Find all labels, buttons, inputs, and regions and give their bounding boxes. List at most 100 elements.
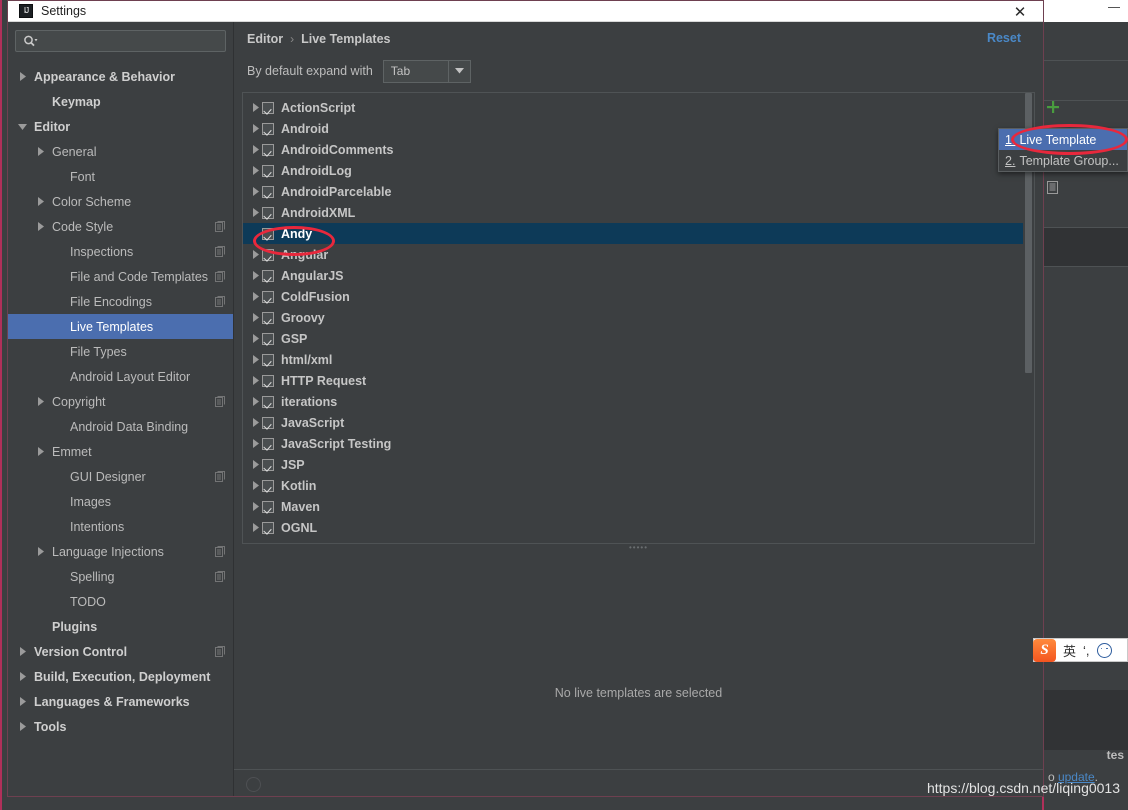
template-group-checkbox[interactable] [262,521,274,534]
template-group-row[interactable]: JSP [243,454,1023,475]
template-group-row[interactable]: AndroidXML [243,202,1023,223]
sidebar-item-language-injections[interactable]: Language Injections [8,539,233,564]
template-group-row[interactable]: Kotlin [243,475,1023,496]
popup-menu-item-live-template[interactable]: 1. Live Template [999,129,1127,150]
template-group-checkbox[interactable] [262,311,274,324]
chevron-right-icon[interactable] [35,196,46,207]
chevron-down-icon[interactable] [447,60,470,82]
template-group-checkbox[interactable] [262,143,274,156]
chevron-right-icon[interactable] [17,71,28,82]
sidebar-item-todo[interactable]: TODO [8,589,233,614]
template-groups-list[interactable]: ActionScript Android AndroidComments Androi… [243,93,1023,543]
chevron-right-icon[interactable] [17,696,28,707]
popup-menu-item-template-group[interactable]: 2. Template Group... [999,150,1127,171]
search-input[interactable] [38,34,225,48]
chevron-right-icon[interactable] [249,271,262,280]
reset-link[interactable]: Reset [987,31,1021,45]
chevron-right-icon[interactable] [249,208,262,217]
template-group-checkbox[interactable] [262,101,274,114]
chevron-right-icon[interactable] [35,146,46,157]
close-icon[interactable]: ✕ [1005,1,1035,22]
chevron-right-icon[interactable] [17,646,28,657]
template-group-checkbox[interactable] [262,416,274,429]
chevron-right-icon[interactable] [249,124,262,133]
chevron-right-icon[interactable] [249,292,262,301]
template-group-checkbox[interactable] [262,227,274,240]
template-group-checkbox[interactable] [262,353,274,366]
sidebar-item-android-data-binding[interactable]: Android Data Binding [8,414,233,439]
sidebar-item-plugins[interactable]: Plugins [8,614,233,639]
template-group-row[interactable]: Angular [243,244,1023,265]
template-group-checkbox[interactable] [262,437,274,450]
template-group-checkbox[interactable] [262,395,274,408]
sidebar-item-font[interactable]: Font [8,164,233,189]
sidebar-item-version-control[interactable]: Version Control [8,639,233,664]
template-group-checkbox[interactable] [262,332,274,345]
chevron-right-icon[interactable] [35,396,46,407]
breadcrumb-parent[interactable]: Editor [247,32,283,46]
template-group-checkbox[interactable] [262,164,274,177]
chevron-right-icon[interactable] [249,313,262,322]
template-group-row[interactable]: AndroidLog [243,160,1023,181]
chevron-right-icon[interactable] [249,460,262,469]
template-group-checkbox[interactable] [262,248,274,261]
chevron-right-icon[interactable] [249,334,262,343]
chevron-right-icon[interactable] [35,221,46,232]
template-group-row[interactable]: html/xml [243,349,1023,370]
chevron-right-icon[interactable] [249,250,262,259]
template-group-row[interactable]: AngularJS [243,265,1023,286]
chevron-right-icon[interactable] [249,481,262,490]
template-group-row[interactable]: AndroidParcelable [243,181,1023,202]
chevron-right-icon[interactable] [249,502,262,511]
chevron-right-icon[interactable] [35,446,46,457]
chevron-right-icon[interactable] [17,671,28,682]
sidebar-item-gui-designer[interactable]: GUI Designer [8,464,233,489]
template-group-row[interactable]: GSP [243,328,1023,349]
template-group-checkbox[interactable] [262,290,274,303]
help-icon[interactable] [246,777,261,792]
sidebar-item-color-scheme[interactable]: Color Scheme [8,189,233,214]
sidebar-item-inspections[interactable]: Inspections [8,239,233,264]
sidebar-item-android-layout-editor[interactable]: Android Layout Editor [8,364,233,389]
sidebar-item-file-types[interactable]: File Types [8,339,233,364]
chevron-right-icon[interactable] [35,546,46,557]
sidebar-item-emmet[interactable]: Emmet [8,439,233,464]
chevron-right-icon[interactable] [249,397,262,406]
sogou-logo-icon[interactable]: S [1033,638,1056,662]
sidebar-item-keymap[interactable]: Keymap [8,89,233,114]
chevron-right-icon[interactable] [249,439,262,448]
template-group-row[interactable]: Andy [243,223,1023,244]
sidebar-item-tools[interactable]: Tools [8,714,233,739]
sidebar-item-spelling[interactable]: Spelling [8,564,233,589]
template-group-checkbox[interactable] [262,185,274,198]
template-group-row[interactable]: JavaScript Testing [243,433,1023,454]
sidebar-item-build-execution-deployment[interactable]: Build, Execution, Deployment [8,664,233,689]
sidebar-item-live-templates[interactable]: Live Templates [8,314,233,339]
sidebar-item-languages-frameworks[interactable]: Languages & Frameworks [8,689,233,714]
template-group-checkbox[interactable] [262,458,274,471]
chevron-right-icon[interactable] [249,355,262,364]
template-group-row[interactable]: JavaScript [243,412,1023,433]
ime-mode-toggle[interactable]: 英 [1063,641,1076,660]
template-group-row[interactable]: ColdFusion [243,286,1023,307]
search-box[interactable] [15,30,226,52]
sidebar-item-file-and-code-templates[interactable]: File and Code Templates [8,264,233,289]
chevron-right-icon[interactable] [249,523,262,532]
sidebar-item-copyright[interactable]: Copyright [8,389,233,414]
sidebar-item-intentions[interactable]: Intentions [8,514,233,539]
template-group-row[interactable]: Groovy [243,307,1023,328]
template-group-checkbox[interactable] [262,500,274,513]
sidebar-item-images[interactable]: Images [8,489,233,514]
template-group-row[interactable]: OGNL [243,517,1023,538]
chevron-right-icon[interactable] [17,721,28,732]
ime-punctuation-toggle[interactable]: ‘, [1083,643,1090,658]
template-group-checkbox[interactable] [262,479,274,492]
minimize-icon[interactable] [1108,7,1120,8]
template-group-checkbox[interactable] [262,374,274,387]
chevron-right-icon[interactable] [249,187,262,196]
panel-splitter-handle[interactable]: ••••• [243,543,1034,552]
chevron-right-icon[interactable] [249,145,262,154]
template-group-checkbox[interactable] [262,269,274,282]
chevron-right-icon[interactable] [249,166,262,175]
duplicate-button[interactable] [1041,175,1065,199]
